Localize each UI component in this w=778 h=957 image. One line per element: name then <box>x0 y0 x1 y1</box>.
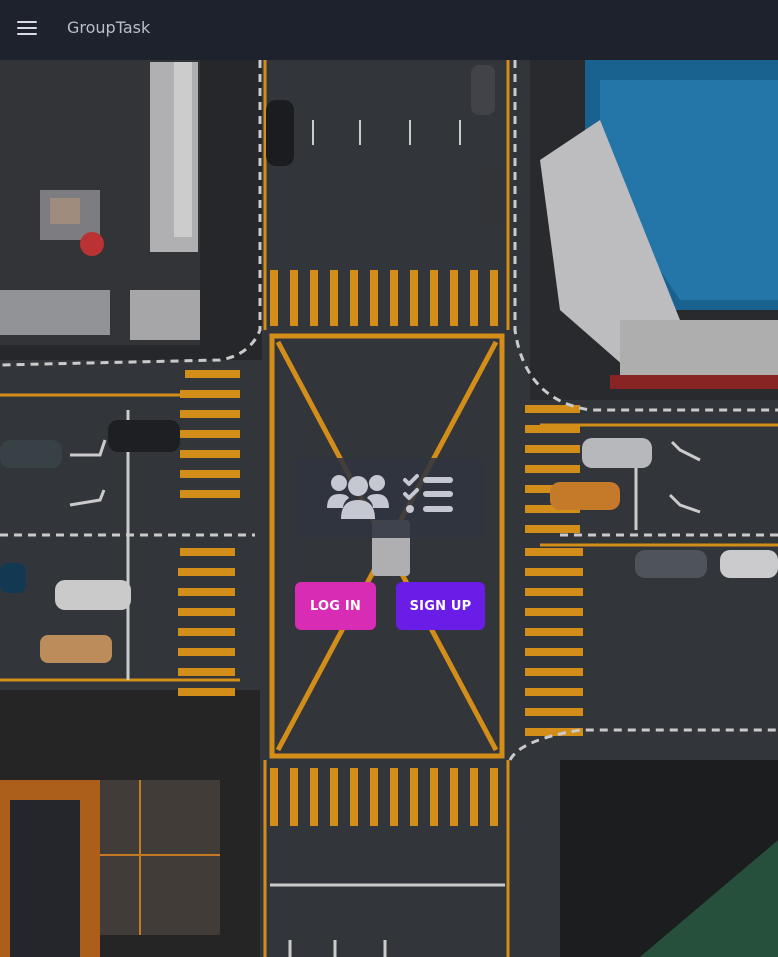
login-button[interactable]: LOG IN <box>295 582 376 630</box>
app-brand[interactable]: GroupTask <box>67 18 150 37</box>
hamburger-menu-icon[interactable] <box>17 19 37 37</box>
app-logo <box>295 458 485 538</box>
users-icon <box>327 472 389 524</box>
signup-button[interactable]: SIGN UP <box>396 582 485 630</box>
top-navbar: GroupTask <box>0 0 778 60</box>
checklist-icon <box>403 474 453 522</box>
